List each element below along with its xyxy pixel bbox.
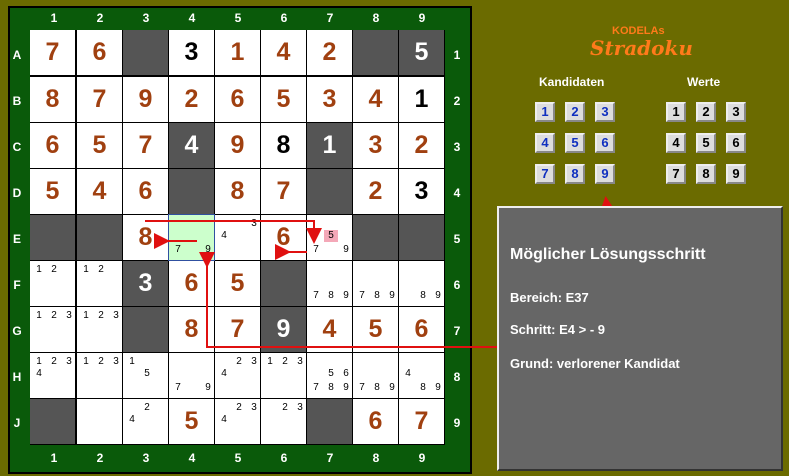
candidate-button-7[interactable]: 7 [535,164,555,184]
value-button-5[interactable]: 5 [696,133,716,153]
info-box: Möglicher Lösungsschritt Bereich: E37 Sc… [497,206,783,471]
candidate-button-9[interactable]: 9 [595,164,615,184]
candidate-button-8[interactable]: 8 [565,164,585,184]
candidate-button-6[interactable]: 6 [595,133,615,153]
value-button-9[interactable]: 9 [726,164,746,184]
info-step: Schritt: E4 > - 9 [510,322,605,337]
candidate-button-1[interactable]: 1 [535,102,555,122]
value-button-1[interactable]: 1 [666,102,686,122]
candidate-button-4[interactable]: 4 [535,133,555,153]
value-button-4[interactable]: 4 [666,133,686,153]
info-area: Bereich: E37 [510,290,589,305]
value-button-7[interactable]: 7 [666,164,686,184]
candidate-button-3[interactable]: 3 [595,102,615,122]
candidates-title: Kandidaten [539,75,605,89]
values-title: Werte [687,75,721,89]
candidate-button-5[interactable]: 5 [565,133,585,153]
brand-title: Stradoku [590,36,693,60]
candidate-button-2[interactable]: 2 [565,102,585,122]
value-button-8[interactable]: 8 [696,164,716,184]
arrow-row-span [145,220,322,244]
info-reason: Grund: verlorener Kandidat [510,356,680,371]
value-button-6[interactable]: 6 [726,133,746,153]
value-button-3[interactable]: 3 [726,102,746,122]
value-button-2[interactable]: 2 [696,102,716,122]
info-title: Möglicher Lösungsschritt [510,246,706,263]
